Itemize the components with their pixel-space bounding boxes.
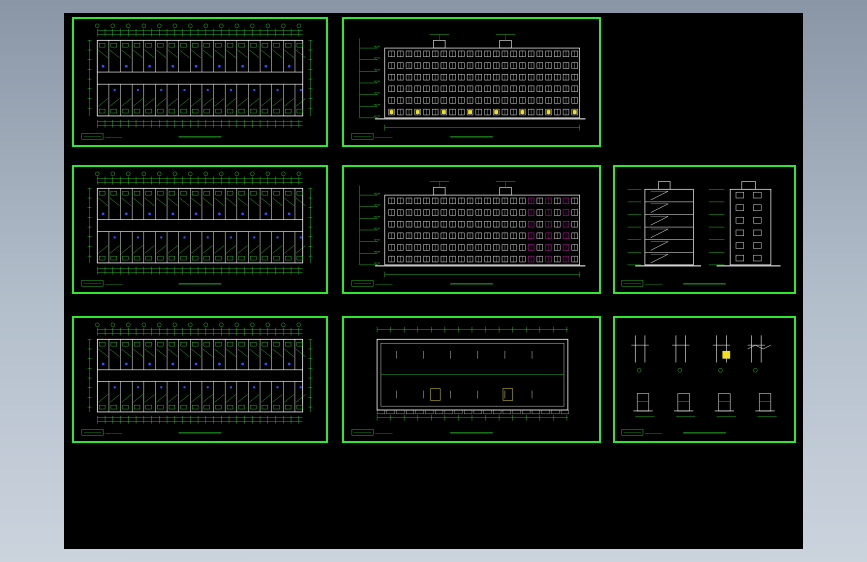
floor-plan-drawing <box>81 23 313 140</box>
sheet-floor-plan-2[interactable] <box>72 165 328 294</box>
details-drawing <box>621 335 777 436</box>
floor-plan-drawing <box>81 171 313 287</box>
sheet-roof-plan[interactable] <box>342 316 601 443</box>
sheet-elevation-front[interactable] <box>342 17 601 147</box>
front-elevation-drawing <box>351 34 586 140</box>
rear-elevation-drawing <box>351 181 586 287</box>
cad-model-space[interactable] <box>64 13 803 549</box>
sheet-side-elevations[interactable] <box>613 165 796 294</box>
sheet-floor-plan-1[interactable] <box>72 17 328 147</box>
sheet-elevation-rear[interactable] <box>342 165 601 294</box>
side-elevation-drawing <box>621 181 781 287</box>
sheet-floor-plan-3[interactable] <box>72 316 328 443</box>
floor-plan-drawing <box>81 322 313 436</box>
roof-plan-drawing <box>351 326 569 436</box>
sheet-details[interactable] <box>613 316 796 443</box>
